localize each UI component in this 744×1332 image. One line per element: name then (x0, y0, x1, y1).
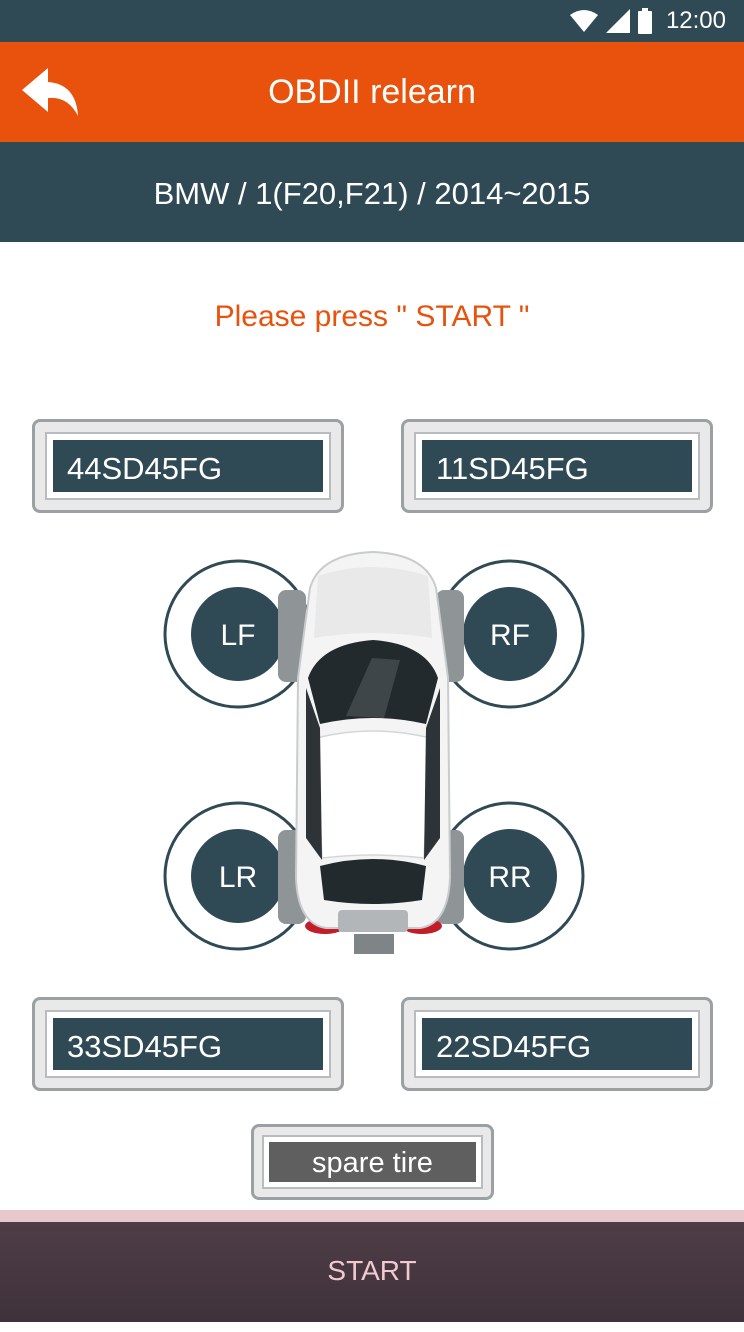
spare-tire-label: spare tire (269, 1142, 476, 1182)
sensor-box-frame: 33SD45FG (45, 1010, 331, 1078)
signal-icon (605, 9, 630, 33)
wheel-label-rr: RR (488, 861, 531, 894)
sensor-id-rr: 22SD45FG (422, 1018, 692, 1070)
car-diagram: LF RF LR RR (160, 548, 590, 958)
sensor-box-lf[interactable]: 44SD45FG (32, 419, 344, 513)
sensor-id-lf: 44SD45FG (53, 440, 323, 492)
sensor-box-frame: 44SD45FG (45, 432, 331, 500)
car-illustration: LF RF LR RR (163, 550, 585, 954)
status-icons: 12:00 (569, 6, 726, 36)
vehicle-info: BMW / 1(F20,F21) / 2014~2015 (0, 142, 744, 242)
battery-icon (637, 8, 652, 34)
car-body-icon (294, 550, 452, 954)
start-button[interactable]: START (0, 1210, 744, 1322)
spare-tire-button[interactable]: spare tire (251, 1124, 494, 1200)
page-title: OBDII relearn (268, 73, 476, 111)
sensor-box-lr[interactable]: 33SD45FG (32, 997, 344, 1091)
status-time: 12:00 (665, 7, 726, 34)
status-bar: 12:00 (0, 0, 744, 42)
sensor-box-frame: 22SD45FG (414, 1010, 700, 1078)
wheel-label-lf: LF (220, 619, 255, 652)
sensor-box-rf[interactable]: 11SD45FG (401, 419, 713, 513)
sensor-id-rf: 11SD45FG (422, 440, 692, 492)
sensor-box-frame: 11SD45FG (414, 432, 700, 500)
sensor-id-lr: 33SD45FG (53, 1018, 323, 1070)
toolbar: OBDII relearn (0, 42, 744, 142)
wifi-icon (569, 10, 598, 32)
instruction-text: Please press " START " (214, 300, 530, 333)
wheel-label-lr: LR (219, 861, 257, 894)
sensor-box-rr[interactable]: 22SD45FG (401, 997, 713, 1091)
spare-tire-frame: spare tire (262, 1135, 483, 1189)
wheel-label-rf: RF (490, 619, 530, 652)
